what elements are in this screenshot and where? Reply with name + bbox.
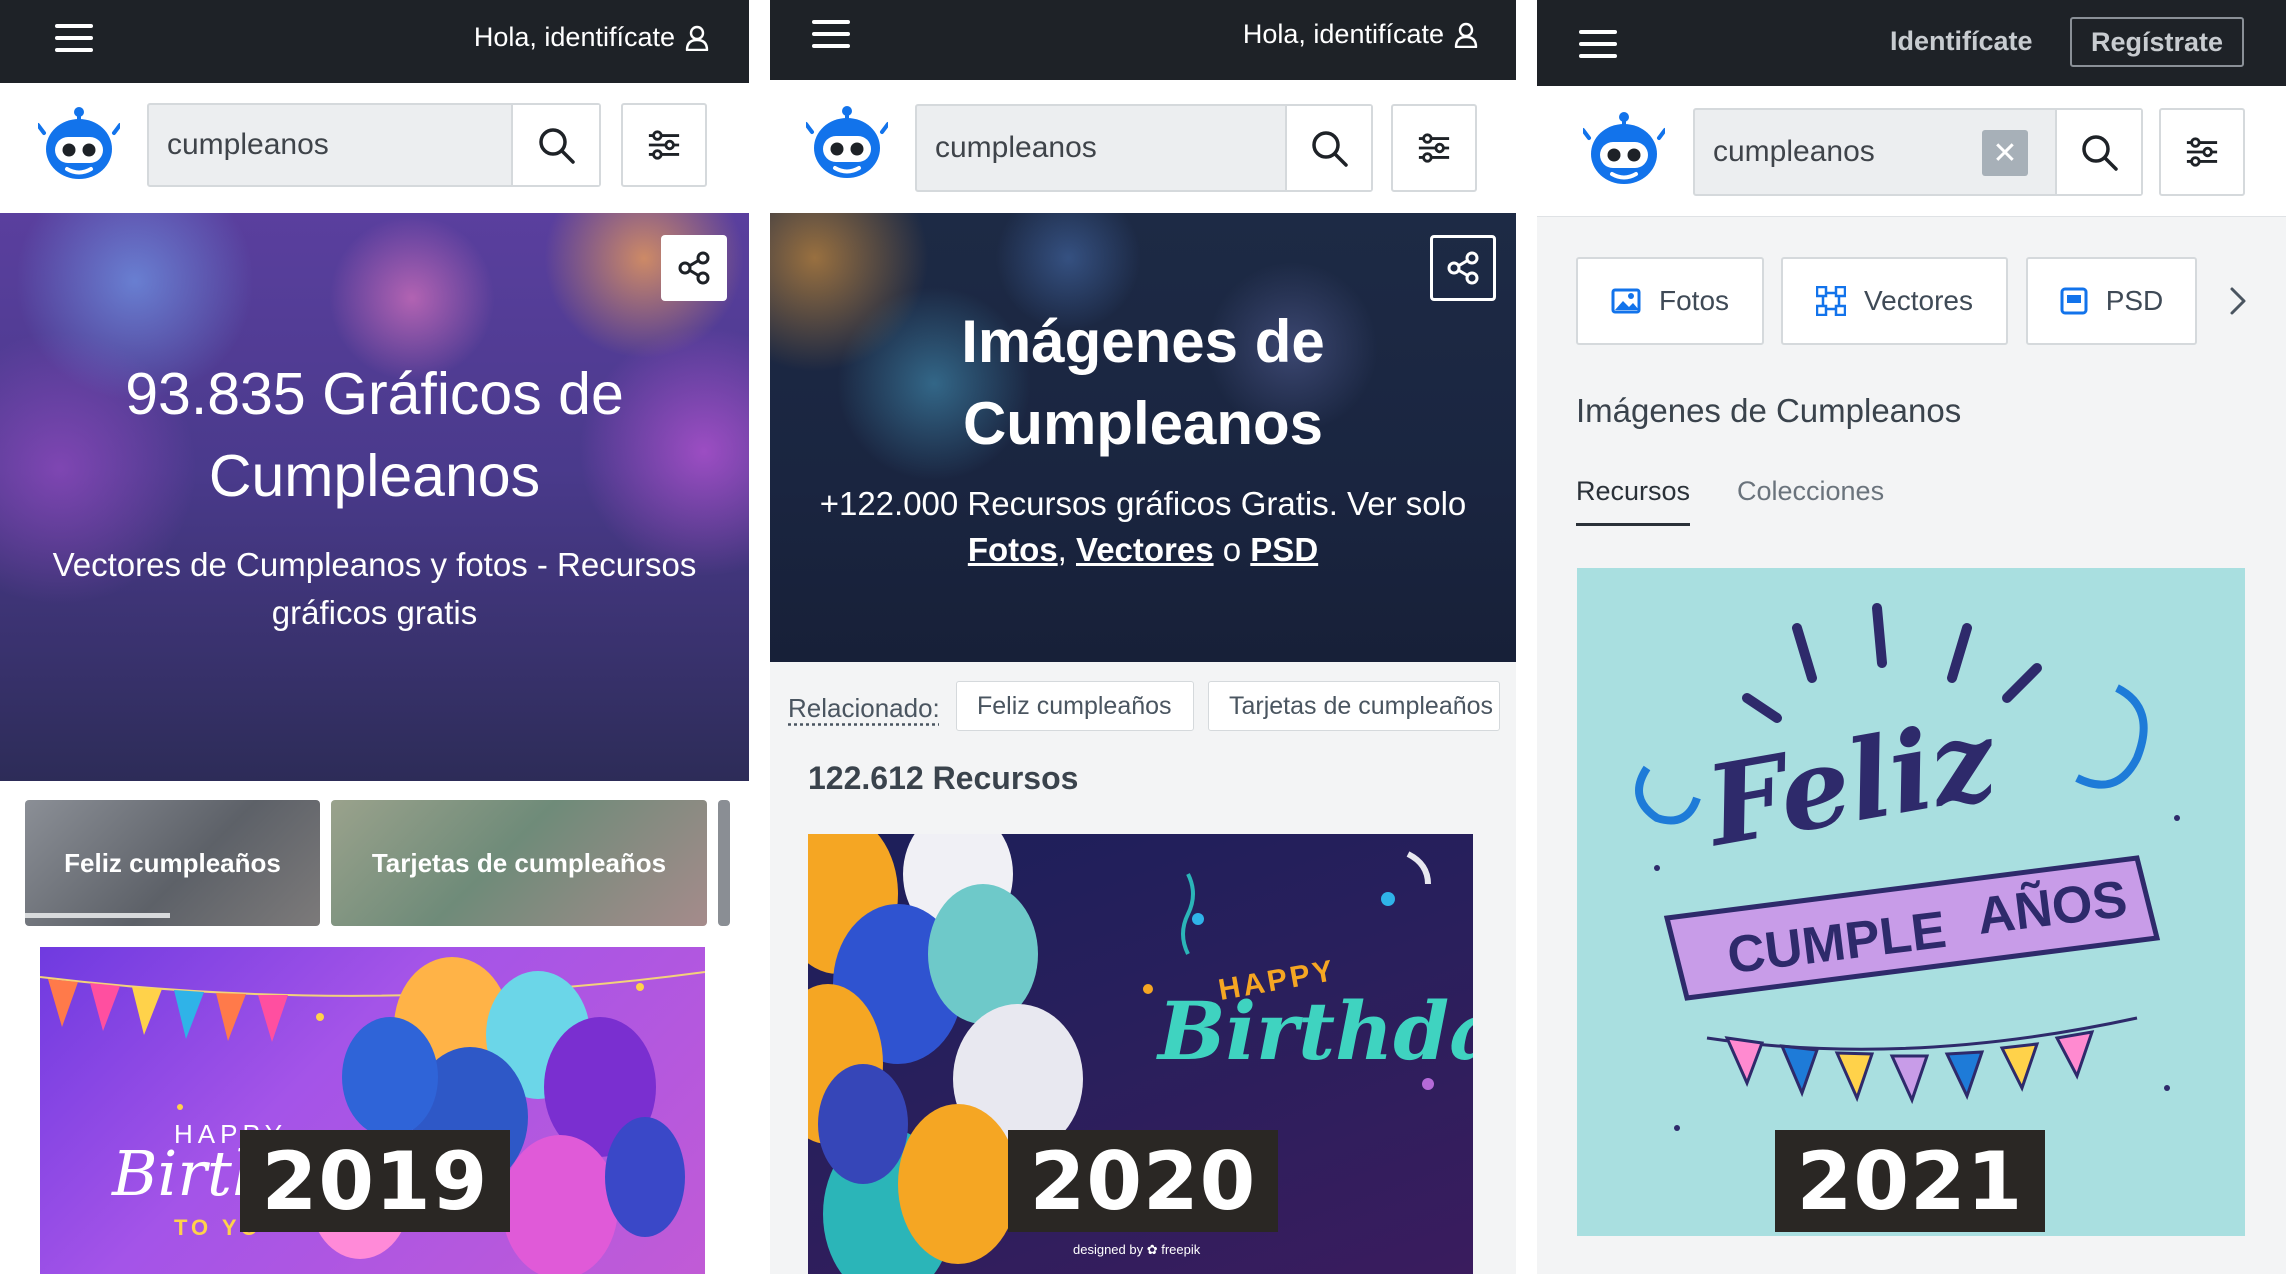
filter-icon [647,130,681,160]
year-badge: 2019 [240,1130,510,1232]
related-chip-more[interactable] [718,800,730,926]
screen-2019: Hola, identifícate cumpleanos 93.835 Grá… [0,0,749,1274]
login-link[interactable]: Hola, identifícate [1243,19,1478,50]
share-icon [1446,251,1480,285]
search-input[interactable]: cumpleanos [915,104,1373,192]
search-value: cumpleanos [1713,135,1875,168]
search-input[interactable]: cumpleanos ✕ [1693,108,2143,196]
search-icon [2079,132,2119,172]
type-label: PSD [2105,285,2164,316]
psd-icon [2060,287,2088,315]
search-row: cumpleanos ✕ [1537,86,2286,217]
hero-subtitle: Vectores de Cumpleanos y fotos - Recurso… [52,546,697,631]
hero-title: 93.835 Gráficos de Cumpleanos [125,361,624,509]
separator-comma: , [1057,531,1067,568]
tab-colecciones[interactable]: Colecciones [1737,476,1884,507]
year-badge: 2020 [1008,1130,1278,1232]
search-row: cumpleanos [0,83,749,214]
top-bar: Hola, identifícate [0,0,749,83]
chip-label: Tarjetas de cumpleaños [371,847,667,878]
share-button[interactable] [661,235,727,301]
results-count: 122.612 Recursos [808,760,1079,796]
thumb-text-birthday: Birthday [1158,984,1473,1078]
user-icon [685,25,709,51]
chevron-right-icon[interactable] [2227,285,2249,317]
related-label: Relacionado: [788,693,940,723]
filter-icon [1417,133,1451,163]
login-label: Hola, identifícate [1242,19,1444,49]
related-chip-feliz[interactable]: Feliz cumpleaños [25,800,320,926]
screen-2021: Identifícate Regístrate cumpleanos ✕ Fot… [1537,0,2286,1274]
search-row: cumpleanos [770,80,1516,214]
robot-logo-icon[interactable] [1583,108,1665,188]
user-icon [1454,22,1478,48]
search-button[interactable] [2055,110,2141,194]
hero-subtitle: +122.000 Recursos gráficos Gratis. Ver s… [770,481,1516,573]
chip-label: Feliz cumpleaños [64,847,281,878]
search-button[interactable] [511,105,599,185]
hamburger-icon[interactable] [1579,30,1617,58]
hamburger-icon[interactable] [812,20,850,48]
type-psd-button[interactable]: PSD [2026,257,2197,345]
clear-icon[interactable]: ✕ [1982,130,2028,176]
hero-links: Fotos, Vectores o PSD [770,527,1516,573]
chip-progress [25,913,170,918]
hero-title: Imágenes de Cumpleanos [961,308,1325,457]
search-icon [536,125,576,165]
hero-banner: Imágenes de Cumpleanos +122.000 Recursos… [770,213,1516,662]
share-button[interactable] [1430,235,1496,301]
filter-button[interactable] [621,103,707,187]
separator-o: o [1222,531,1242,568]
page-title: Imágenes de Cumpleanos [1576,392,1962,429]
link-fotos[interactable]: Fotos [968,531,1058,568]
search-value: cumpleanos [935,131,1097,164]
register-button[interactable]: Regístrate [2070,17,2244,67]
screen-2020: Hola, identifícate cumpleanos Imágenes d… [770,0,1516,1274]
type-label: Fotos [1658,285,1730,316]
vector-icon [1816,286,1847,316]
top-bar: Identifícate Regístrate [1537,0,2286,86]
photo-icon [1611,288,1641,314]
hero-banner: 93.835 Gráficos de Cumpleanos Vectores d… [0,213,749,781]
login-link[interactable]: Identifícate [1890,26,2033,57]
type-vectores-button[interactable]: Vectores [1781,257,2008,345]
thumb-credit: designed by ✿ freepik [1073,1242,1201,1257]
search-value: cumpleanos [167,128,329,161]
login-label: Hola, identifícate [473,22,675,52]
related-chip-tarjetas[interactable]: Tarjetas de cumpleaños [331,800,707,926]
search-button[interactable] [1285,106,1371,190]
tab-recursos[interactable]: Recursos [1576,476,1691,526]
hero-sub-text: +122.000 Recursos gráficos Gratis. Ver s… [819,485,1467,522]
share-icon [677,251,711,285]
robot-logo-icon[interactable] [806,102,888,182]
related-tag-tarjetas[interactable]: Tarjetas de cumpleaños [1208,681,1500,731]
search-input[interactable]: cumpleanos [147,103,601,187]
type-label: Vectores [1864,285,1973,316]
link-psd[interactable]: PSD [1250,531,1318,568]
search-icon [1309,128,1349,168]
filter-icon [2185,137,2219,167]
year-badge: 2021 [1775,1130,2045,1232]
filter-button[interactable] [1391,104,1477,192]
related-tag-feliz[interactable]: Feliz cumpleaños [956,681,1194,731]
robot-logo-icon[interactable] [38,103,120,183]
hamburger-icon[interactable] [55,24,93,52]
top-bar: Hola, identifícate [770,0,1516,80]
link-vectores[interactable]: Vectores [1076,531,1214,568]
filter-button[interactable] [2159,108,2245,196]
type-fotos-button[interactable]: Fotos [1576,257,1764,345]
login-link[interactable]: Hola, identifícate [474,22,709,53]
